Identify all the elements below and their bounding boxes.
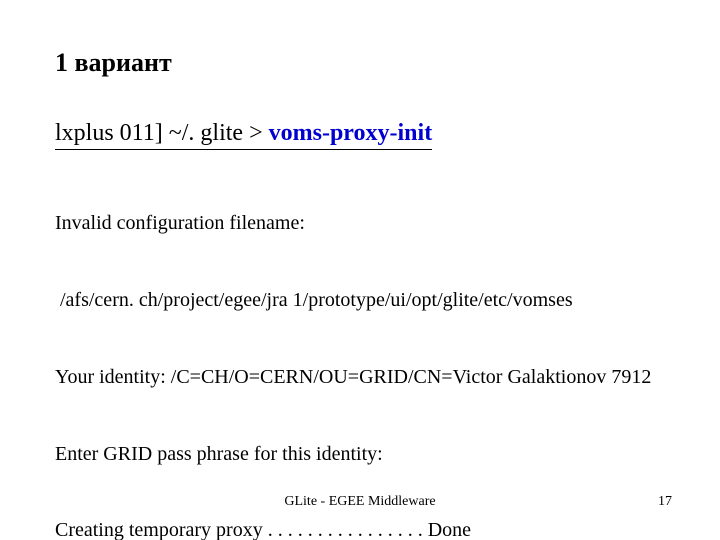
page-number: 17 [658,494,672,510]
slide: 1 вариант lxplus 011] ~/. glite > voms-p… [0,0,720,540]
command-name: voms-proxy-init [269,120,433,146]
output-line: Invalid configuration filename: [55,211,651,237]
command-line: lxplus 011] ~/. glite > voms-proxy-init [55,120,432,150]
output-line: Enter GRID pass phrase for this identity… [55,442,651,468]
output-line: Your identity: /C=CH/O=CERN/OU=GRID/CN=V… [55,365,651,391]
slide-heading: 1 вариант [55,48,172,78]
terminal-output: Invalid configuration filename: /afs/cer… [55,160,651,540]
footer-title: GLite - EGEE Middleware [0,494,720,510]
command-prompt: lxplus 011] ~/. glite > [55,120,269,146]
output-line: Creating temporary proxy . . . . . . . .… [55,518,651,540]
output-line: /afs/cern. ch/project/egee/jra 1/prototy… [55,288,651,314]
